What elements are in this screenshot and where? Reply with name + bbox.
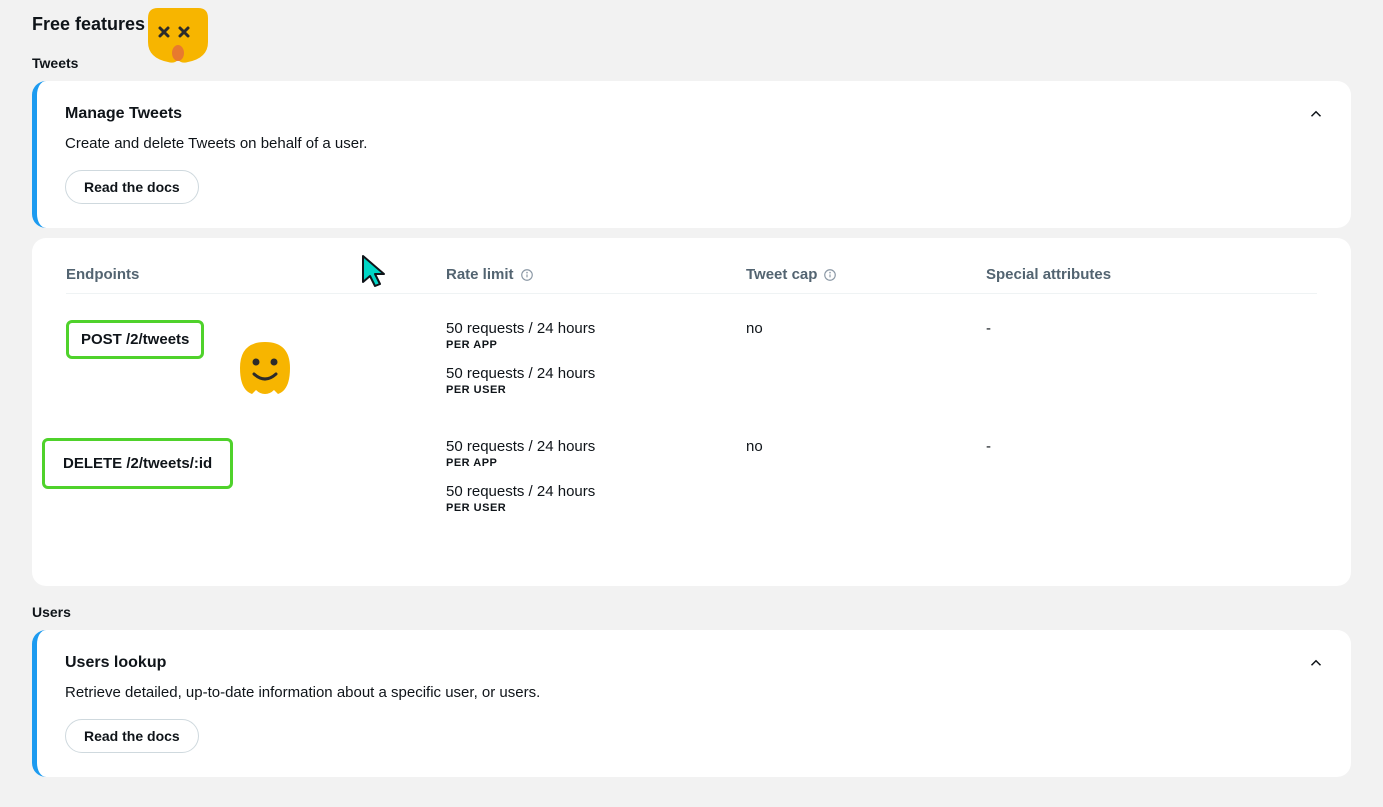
tweet-cap-cell: no [746, 320, 986, 337]
tweet-cap-cell: no [746, 438, 986, 455]
special-cell: - [986, 320, 1317, 337]
endpoints-table-card: Endpoints Rate limit Tweet cap Special a… [32, 238, 1351, 586]
special-cell: - [986, 438, 1317, 455]
rate-limit-cell: 50 requests / 24 hours PER APP 50 reques… [446, 320, 746, 396]
endpoint-post-tweets[interactable]: POST /2/tweets [66, 320, 204, 359]
table-header-row: Endpoints Rate limit Tweet cap Special a… [66, 266, 1317, 294]
page-container: Free features Tweets Manage Tweets Creat… [0, 0, 1383, 777]
endpoint-cell: POST /2/tweets [66, 320, 446, 359]
card-description-users-lookup: Retrieve detailed, up-to-date informatio… [65, 684, 1323, 701]
rate-limit-line: 50 requests / 24 hours [446, 438, 746, 455]
table-row: DELETE /2/tweets/:id 50 requests / 24 ho… [66, 430, 1317, 548]
rate-limit-sub: PER USER [446, 502, 746, 514]
rate-limit-group: 50 requests / 24 hours PER USER [446, 365, 746, 396]
section-label-users: Users [32, 604, 1351, 620]
th-endpoints-label: Endpoints [66, 266, 139, 283]
read-docs-button[interactable]: Read the docs [65, 719, 199, 753]
info-icon[interactable] [823, 268, 837, 282]
page-title: Free features [32, 14, 1351, 35]
section-label-tweets: Tweets [32, 55, 1351, 71]
table-row: POST /2/tweets 50 requests / 24 hours PE… [66, 312, 1317, 430]
rate-limit-line: 50 requests / 24 hours [446, 365, 746, 382]
th-special-label: Special attributes [986, 266, 1111, 283]
rate-limit-group: 50 requests / 24 hours PER USER [446, 483, 746, 514]
read-docs-button[interactable]: Read the docs [65, 170, 199, 204]
chevron-up-icon [1307, 110, 1325, 127]
rate-limit-group: 50 requests / 24 hours PER APP [446, 320, 746, 351]
endpoints-table: Endpoints Rate limit Tweet cap Special a… [66, 266, 1317, 548]
users-lookup-card: Users lookup Retrieve detailed, up-to-da… [32, 630, 1351, 777]
rate-limit-line: 50 requests / 24 hours [446, 483, 746, 500]
card-description-manage-tweets: Create and delete Tweets on behalf of a … [65, 135, 1323, 152]
card-title-users-lookup: Users lookup [65, 654, 1323, 672]
endpoint-delete-tweets[interactable]: DELETE /2/tweets/:id [42, 438, 233, 489]
rate-limit-line: 50 requests / 24 hours [446, 320, 746, 337]
collapse-toggle[interactable] [1307, 654, 1325, 677]
chevron-up-icon [1307, 659, 1325, 676]
collapse-toggle[interactable] [1307, 105, 1325, 128]
rate-limit-sub: PER APP [446, 339, 746, 351]
rate-limit-sub: PER APP [446, 457, 746, 469]
rate-limit-sub: PER USER [446, 384, 746, 396]
rate-limit-group: 50 requests / 24 hours PER APP [446, 438, 746, 469]
manage-tweets-card: Manage Tweets Create and delete Tweets o… [32, 81, 1351, 228]
th-special: Special attributes [986, 266, 1317, 283]
th-rate-limit: Rate limit [446, 266, 746, 283]
th-rate-limit-label: Rate limit [446, 266, 514, 283]
info-icon[interactable] [520, 268, 534, 282]
card-title-manage-tweets: Manage Tweets [65, 105, 1323, 123]
th-endpoints: Endpoints [66, 266, 446, 283]
th-tweet-cap: Tweet cap [746, 266, 986, 283]
th-tweet-cap-label: Tweet cap [746, 266, 817, 283]
rate-limit-cell: 50 requests / 24 hours PER APP 50 reques… [446, 438, 746, 514]
endpoint-cell: DELETE /2/tweets/:id [42, 438, 446, 489]
